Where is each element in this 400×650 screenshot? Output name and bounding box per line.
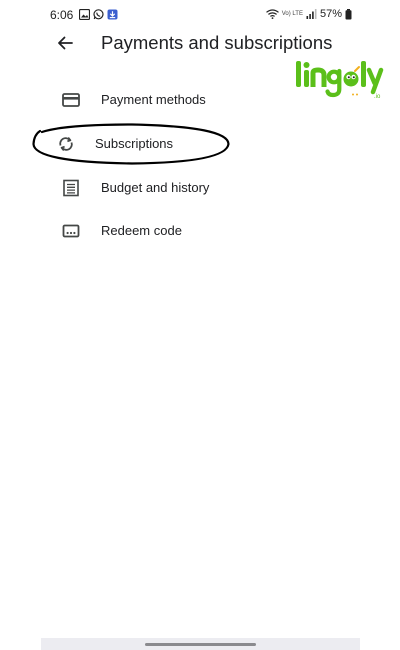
volte-icon: Vo) LTE [281,11,303,17]
battery-icon [345,8,352,20]
wifi-icon [265,9,279,19]
menu-item-redeem-code[interactable]: Redeem code [40,211,360,251]
menu-item-label: Redeem code [101,223,182,238]
gallery-icon [79,8,90,20]
receipt-list-icon [61,178,81,198]
menu-item-payment-methods[interactable]: Payment methods [40,80,360,120]
page-title: Payments and subscriptions [101,32,333,53]
battery-percent: 57% [319,8,342,20]
menu-item-label: Payment methods [101,92,206,107]
app-bar: Payments and subscriptions [0,28,400,60]
status-time: 6:06 [50,8,74,22]
gesture-handle[interactable] [145,643,256,646]
credit-card-icon [61,90,81,110]
whatsapp-icon [93,8,104,20]
redeem-code-icon [61,221,81,241]
arrow-back-icon[interactable] [54,32,76,54]
menu-item-subscriptions[interactable]: Subscriptions [40,124,360,164]
notification-icons [79,8,118,20]
sync-icon [56,134,76,154]
signal-icon [306,9,317,19]
menu-item-budget-and-history[interactable]: Budget and history [40,168,360,208]
menu-item-label: Budget and history [101,180,210,195]
system-status-icons: Vo) LTE 57% [265,8,352,20]
gesture-nav-bar [41,638,360,650]
svg-text:.io: .io [374,94,381,100]
download-icon [107,9,118,20]
menu-item-label: Subscriptions [95,136,174,151]
status-bar: 6:06 Vo) LTE 57% [0,0,400,28]
